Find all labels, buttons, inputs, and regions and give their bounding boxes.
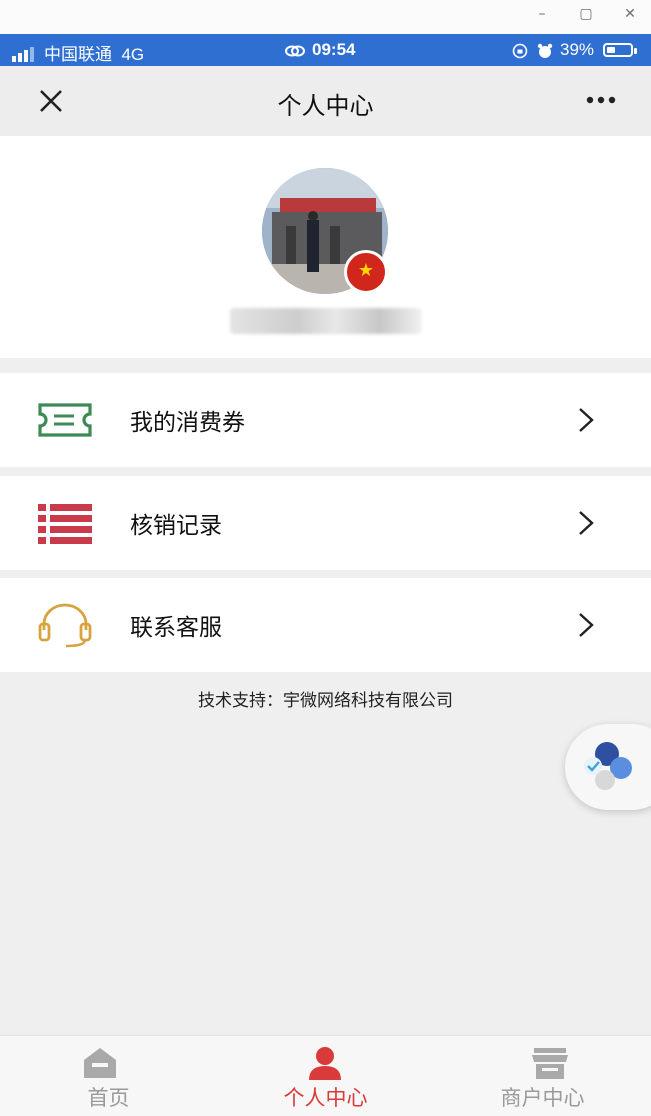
menu-item-redemption-records[interactable]: 核销记录 <box>0 476 651 570</box>
blurred-username <box>230 308 422 334</box>
ticket-icon <box>38 403 92 437</box>
chevron-right-icon <box>579 408 594 432</box>
network-type: 4G <box>121 45 145 64</box>
carrier-text: 中国联通 4G <box>44 45 145 64</box>
more-options-icon[interactable] <box>586 96 616 104</box>
home-icon <box>84 1048 116 1078</box>
menu-label: 联系客服 <box>130 615 222 641</box>
headset-icon <box>38 603 92 648</box>
link-icon <box>285 45 305 57</box>
bottom-tab-bar: 首页 个人中心 商户中心 <box>0 1035 651 1116</box>
tab-home[interactable]: 首页 <box>0 1036 217 1116</box>
profile-section: ★ <box>0 136 651 358</box>
chevron-right-icon <box>579 511 594 535</box>
assistant-icon <box>584 742 632 790</box>
page-title: 个人中心 <box>277 92 374 120</box>
menu-label: 我的消费券 <box>130 410 245 436</box>
battery-icon <box>603 43 633 57</box>
status-bar: 中国联通 4G 09:54 39% <box>0 34 651 66</box>
clock-time: 09:54 <box>312 40 356 59</box>
tab-merchant-center[interactable]: 商户中心 <box>434 1036 651 1116</box>
rotation-lock-icon <box>512 43 528 59</box>
navigation-bar: 个人中心 <box>0 66 651 136</box>
tech-support-text: 技术支持：宇微网络科技有限公司 <box>198 691 453 711</box>
window-title-bar: – ▢ ✕ <box>0 0 651 34</box>
tab-label: 首页 <box>87 1086 130 1110</box>
flag-badge-icon: ★ <box>344 250 388 294</box>
person-icon <box>309 1047 341 1080</box>
tab-label: 个人中心 <box>283 1086 368 1110</box>
store-icon <box>532 1048 568 1079</box>
menu-label: 核销记录 <box>130 513 222 539</box>
menu-item-coupons[interactable]: 我的消费券 <box>0 373 651 467</box>
menu-item-customer-service[interactable]: 联系客服 <box>0 578 651 672</box>
floating-assistant-button[interactable] <box>565 724 651 810</box>
window-close-button[interactable]: ✕ <box>619 6 641 22</box>
chevron-right-icon <box>579 613 594 637</box>
tab-personal-center[interactable]: 个人中心 <box>217 1036 434 1116</box>
signal-icon <box>12 44 36 62</box>
list-icon <box>38 504 92 544</box>
maximize-button[interactable]: ▢ <box>575 6 597 22</box>
alarm-icon <box>537 43 553 58</box>
battery-tip <box>634 48 637 54</box>
battery-percent: 39% <box>560 40 595 59</box>
minimize-button[interactable]: – <box>531 6 553 22</box>
tab-label: 商户中心 <box>500 1086 585 1110</box>
